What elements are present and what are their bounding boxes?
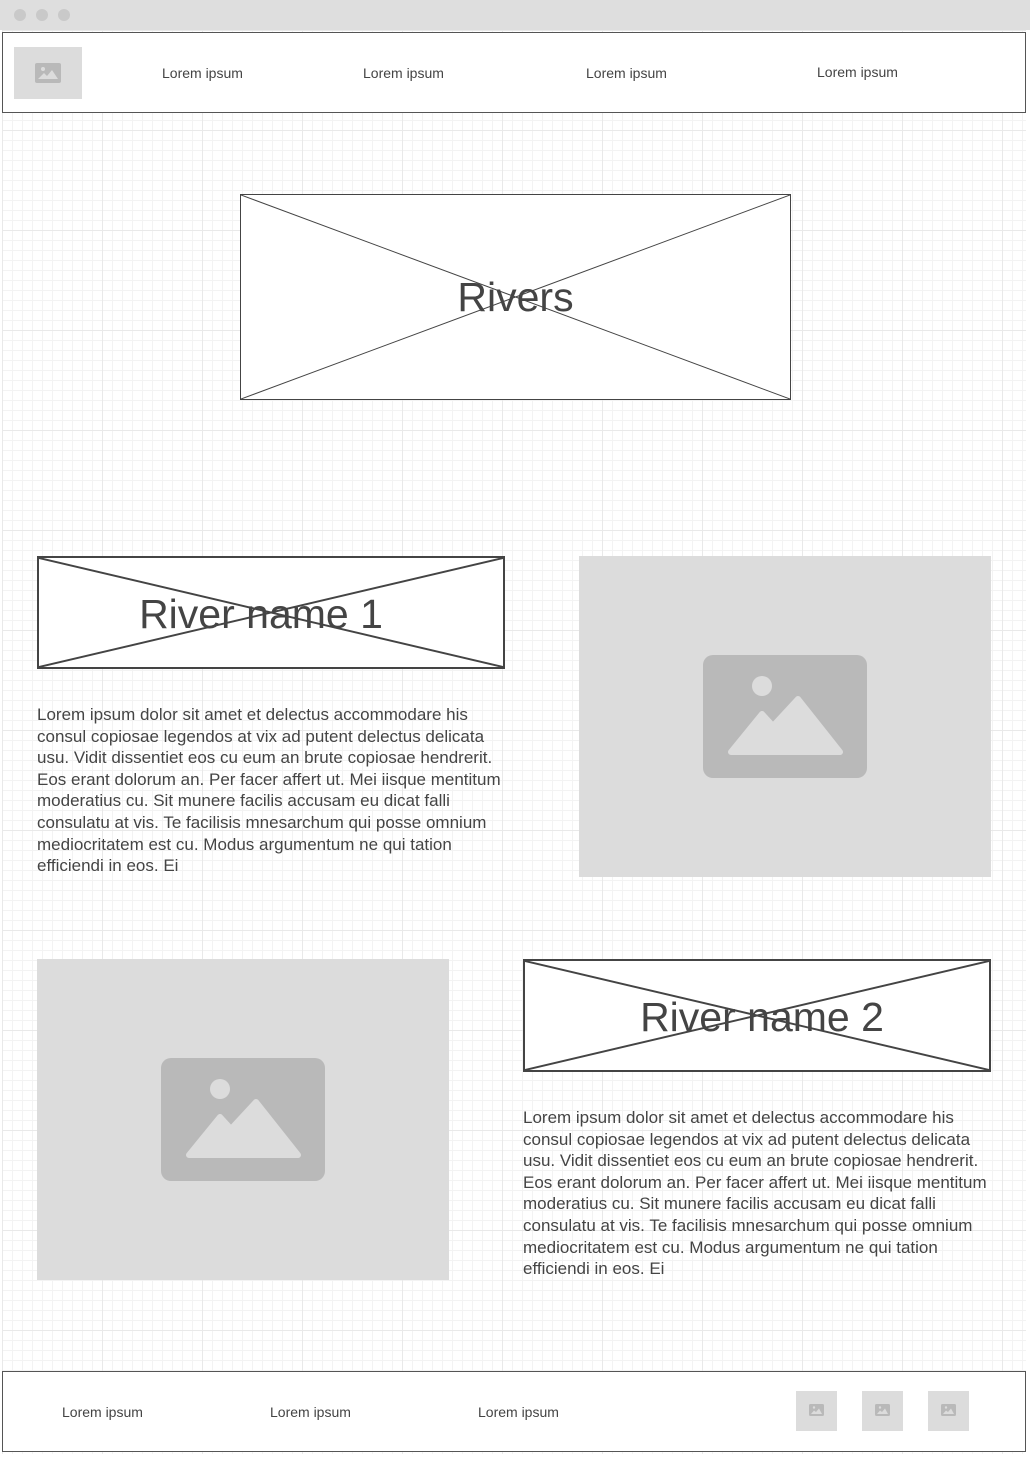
image-icon	[875, 1404, 890, 1416]
nav-link-1[interactable]: Lorem ipsum	[162, 65, 243, 81]
footer-social-2[interactable]	[862, 1391, 903, 1431]
section-2-heading: River name 2	[523, 959, 991, 1072]
footer-link-2[interactable]: Lorem ipsum	[270, 1404, 351, 1420]
page-title: Rivers	[457, 274, 574, 320]
site-footer: Lorem ipsum Lorem ipsum Lorem ipsum	[2, 1371, 1026, 1452]
logo[interactable]	[14, 47, 82, 99]
image-icon	[35, 63, 61, 83]
section-1-body: Lorem ipsum dolor sit amet et delectus a…	[37, 705, 501, 876]
section-1-title: River name 1	[139, 591, 383, 637]
hero-banner: Rivers	[240, 194, 791, 400]
nav-link-2[interactable]: Lorem ipsum	[363, 65, 444, 81]
image-icon	[941, 1404, 956, 1416]
window-minimize-dot[interactable]	[36, 9, 48, 21]
image-icon	[161, 1058, 325, 1181]
section-2-title: River name 2	[640, 994, 884, 1040]
window-titlebar	[0, 0, 1030, 30]
footer-link-1[interactable]: Lorem ipsum	[62, 1404, 143, 1420]
footer-link-3[interactable]: Lorem ipsum	[478, 1404, 559, 1420]
section-1-heading: River name 1	[37, 556, 505, 669]
window-maximize-dot[interactable]	[58, 9, 70, 21]
image-icon	[703, 655, 867, 778]
image-icon	[809, 1404, 824, 1416]
section-1-image	[579, 556, 991, 877]
section-2-body: Lorem ipsum dolor sit amet et delectus a…	[523, 1108, 987, 1279]
site-header: Lorem ipsum Lorem ipsum Lorem ipsum Lore…	[2, 32, 1026, 113]
window-close-dot[interactable]	[14, 9, 26, 21]
nav-link-3[interactable]: Lorem ipsum	[586, 65, 667, 81]
nav-link-4[interactable]: Lorem ipsum	[817, 64, 898, 80]
section-2-image	[37, 959, 449, 1280]
footer-social-1[interactable]	[796, 1391, 837, 1431]
footer-social-3[interactable]	[928, 1391, 969, 1431]
